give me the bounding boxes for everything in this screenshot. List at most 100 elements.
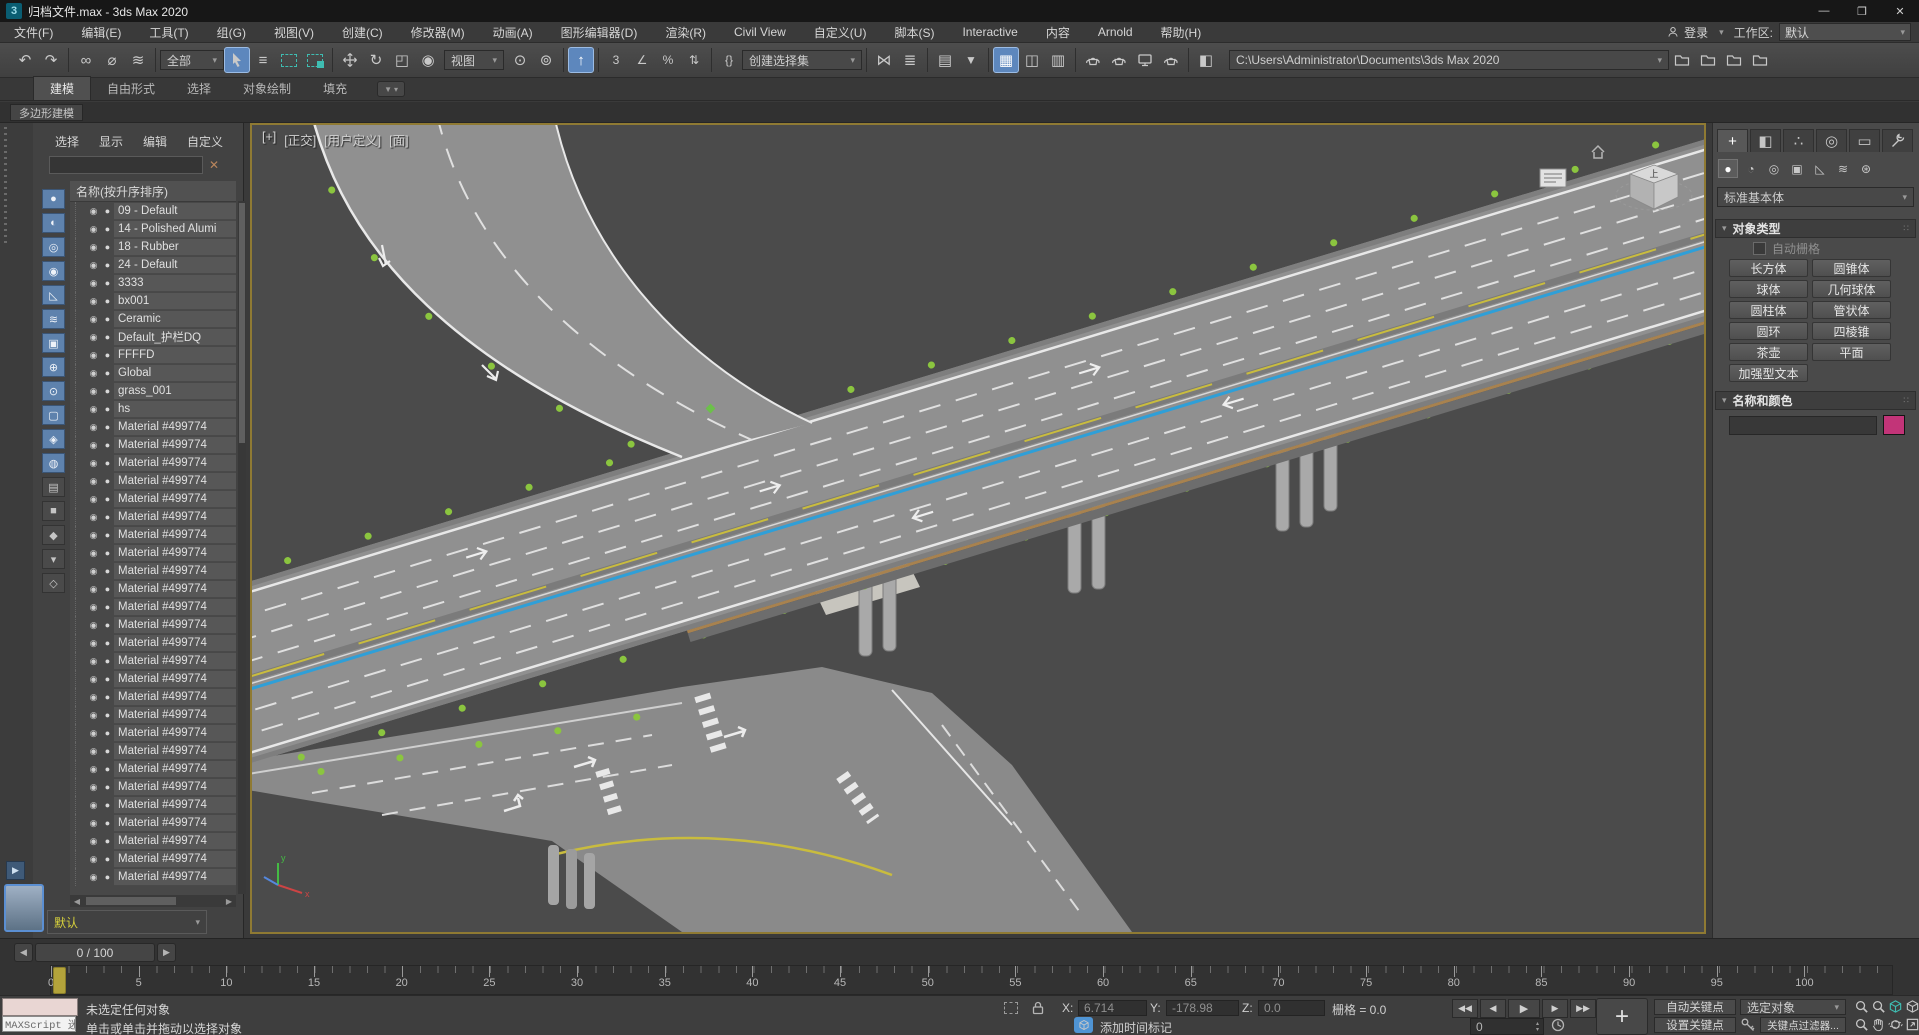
menu-item[interactable]: 图形编辑器(D) [547,22,652,42]
list-item[interactable]: ◉ ● Ceramic [70,310,236,328]
state-sets-compare-icon[interactable]: ◧ [1193,47,1219,73]
set-project-folder-icon[interactable] [1695,47,1721,73]
goto-end-button[interactable]: ▶▶ [1570,999,1596,1018]
list-item[interactable]: ◉ ● Material #499774 [70,544,236,562]
bind-to-space-warp-icon[interactable]: ≋ [125,47,151,73]
filter-particles-icon[interactable]: ◈ [42,429,65,449]
selection-filter-dropdown[interactable]: 全部▾ [160,50,224,70]
filter-geometry-icon[interactable]: ● [42,189,65,209]
list-item[interactable]: ◉ ● Material #499774 [70,868,236,886]
visibility-eye-icon[interactable]: ◉ [86,386,101,397]
select-and-place-icon[interactable]: ◉ [415,47,441,73]
spinner-snap-icon[interactable]: ⇅ [681,47,707,73]
rendered-frame-window-icon[interactable] [1132,47,1158,73]
visibility-eye-icon[interactable]: ◉ [86,854,101,865]
category-geometry-icon[interactable]: ● [1718,159,1738,178]
list-item[interactable]: ◉ ● FFFFD [70,346,236,364]
object-name-input[interactable] [1729,416,1877,435]
primitive-button[interactable]: 加强型文本 [1729,364,1808,382]
name-color-rollout-header[interactable]: ▾ 名称和颜色 ∷ [1715,391,1916,410]
display-frozen-icon[interactable]: ■ [42,501,65,521]
percent-snap-icon[interactable]: % [655,47,681,73]
filter-spacewarps-icon[interactable]: ≋ [42,309,65,329]
visibility-eye-icon[interactable]: ◉ [86,332,101,343]
previous-key-button[interactable]: ◀ [1480,999,1506,1018]
menu-item[interactable]: 脚本(S) [880,22,948,42]
tab-freeform[interactable]: 自由形式 [91,77,171,100]
filter-shapes-icon[interactable]: ◐ [42,213,65,233]
list-item[interactable]: ◉ ● Material #499774 [70,508,236,526]
visibility-eye-icon[interactable]: ◉ [86,584,101,595]
list-item[interactable]: ◉ ● Material #499774 [70,742,236,760]
viewport-projection-label[interactable]: [正交] [284,130,316,149]
list-item[interactable]: ◉ ● Material #499774 [70,598,236,616]
menu-item[interactable]: 视图(V) [260,22,328,42]
list-item[interactable]: ◉ ● Material #499774 [70,670,236,688]
polygon-modeling-panel-button[interactable]: 多边形建模 [10,104,83,121]
list-item[interactable]: ◉ ● grass_001 [70,382,236,400]
select-by-name-icon[interactable]: ≡ [250,47,276,73]
visibility-eye-icon[interactable]: ◉ [86,206,101,217]
visibility-eye-icon[interactable]: ◉ [86,440,101,451]
explorer-search-input[interactable] [49,156,203,174]
scroll-right-icon[interactable]: ▶ [222,897,236,906]
list-item[interactable]: ◉ ● 3333 [70,274,236,292]
login-button[interactable]: 登录 ▾ [1657,24,1734,41]
menu-item[interactable]: 工具(T) [135,22,202,42]
project-folder-path-dropdown[interactable]: C:\Users\Administrator\Documents\3ds Max… [1229,50,1669,70]
visibility-eye-icon[interactable]: ◉ [86,278,101,289]
primitive-button[interactable]: 圆环 [1729,322,1808,340]
tab-modify[interactable]: ◧ [1750,129,1781,152]
visibility-eye-icon[interactable]: ◉ [86,818,101,829]
set-key-big-button[interactable]: + [1596,998,1648,1035]
next-key-button[interactable]: ▶ [1542,999,1568,1018]
menu-item[interactable]: Civil View [720,22,800,42]
tab-hierarchy[interactable]: ∴ [1783,129,1814,152]
visibility-eye-icon[interactable]: ◉ [86,422,101,433]
close-button[interactable]: ✕ [1881,0,1919,22]
menu-item[interactable]: 自定义(U) [800,22,881,42]
list-item[interactable]: ◉ ● bx001 [70,292,236,310]
key-mode-dropdown[interactable]: 选定对象▾ [1740,999,1846,1015]
visibility-eye-icon[interactable]: ◉ [86,764,101,775]
primitive-button[interactable]: 几何球体 [1812,280,1891,298]
menu-item[interactable]: 文件(F) [0,22,67,42]
window-crossing-icon[interactable] [302,47,328,73]
maxscript-listener-label[interactable]: MAXScript 迷 [2,1016,76,1032]
active-color-swatch[interactable] [4,884,44,932]
visibility-eye-icon[interactable]: ◉ [86,746,101,757]
list-item[interactable]: ◉ ● 14 - Polished Alumi [70,220,236,238]
viewport-3d-scene[interactable]: 上 x y [252,125,1704,932]
x-coordinate-field[interactable]: 6.714 [1078,1000,1147,1016]
visibility-eye-icon[interactable]: ◉ [86,404,101,415]
set-key-button[interactable]: 设置关键点 [1654,1017,1736,1033]
primitive-button[interactable]: 圆锥体 [1812,259,1891,277]
time-tag-cube-icon[interactable] [1074,1017,1093,1033]
primitive-button[interactable]: 管状体 [1812,301,1891,319]
list-item[interactable]: ◉ ● 24 - Default [70,256,236,274]
list-item[interactable]: ◉ ● Material #499774 [70,760,236,778]
primitive-button[interactable]: 四棱锥 [1812,322,1891,340]
z-coordinate-field[interactable]: 0.0 [1258,1000,1325,1016]
rollout-grip-icon[interactable]: ∷ [1903,223,1909,234]
primitive-button[interactable]: 球体 [1729,280,1808,298]
tab-object-paint[interactable]: 对象绘制 [227,77,307,100]
scrollbar-thumb[interactable] [239,203,245,443]
display-hidden-icon[interactable]: ◆ [42,525,65,545]
tab-display[interactable]: ▭ [1849,129,1880,152]
goto-start-button[interactable]: ◀◀ [1452,999,1478,1018]
visibility-eye-icon[interactable]: ◉ [86,692,101,703]
list-item[interactable]: ◉ ● Material #499774 [70,580,236,598]
visibility-eye-icon[interactable]: ◉ [86,566,101,577]
next-frame-button[interactable]: ▶ [157,943,176,962]
maximize-button[interactable]: ❐ [1843,0,1881,22]
filter-xrefs-icon[interactable]: ⊕ [42,357,65,377]
tab-utilities[interactable] [1882,129,1913,152]
viewport-view-label[interactable]: [用户定义] [324,130,381,149]
orbit-icon[interactable] [1888,1017,1903,1032]
list-item[interactable]: ◉ ● Material #499774 [70,796,236,814]
list-item[interactable]: ◉ ● Material #499774 [70,526,236,544]
list-item[interactable]: ◉ ● Material #499774 [70,724,236,742]
category-lights-icon[interactable]: ◎ [1764,159,1784,178]
menu-item[interactable]: 内容 [1032,22,1084,42]
